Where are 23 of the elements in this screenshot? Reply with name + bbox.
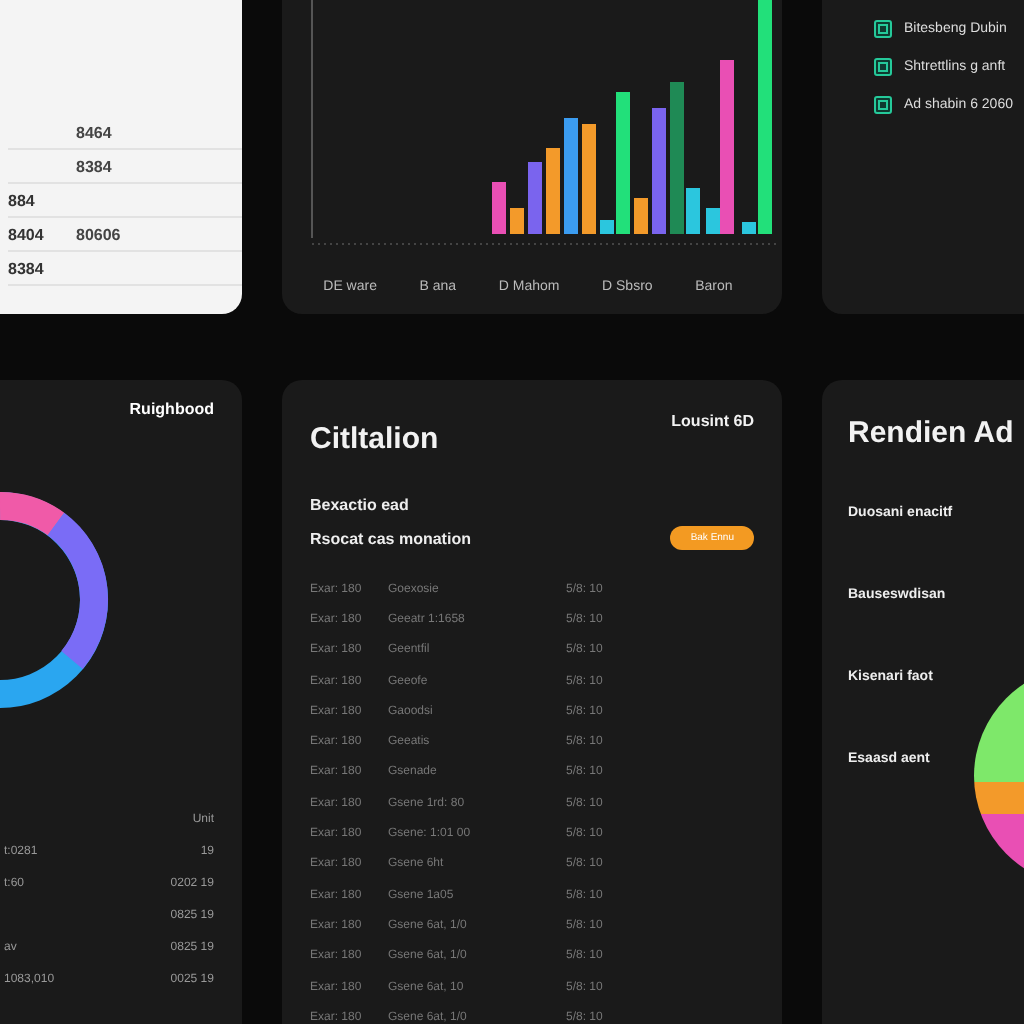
row-label: 884 — [8, 191, 37, 209]
bar — [492, 182, 506, 234]
bar — [634, 198, 648, 234]
document-icon — [874, 20, 892, 38]
card-label: Lousint 6D — [671, 412, 754, 430]
row-label: 8384 — [8, 259, 46, 277]
document-icon — [874, 58, 892, 76]
document-icon — [874, 96, 892, 114]
card-title: Rendien Ad — [848, 416, 1016, 450]
subtitle: Bexactio ead — [310, 496, 411, 514]
row-value: 8464 — [76, 123, 112, 141]
row-value: 80606 — [76, 225, 121, 243]
bar — [528, 162, 542, 234]
card-title: Citltalion — [310, 422, 439, 456]
bar — [546, 148, 560, 234]
bar — [582, 124, 596, 234]
bar — [510, 208, 524, 234]
section-title: Rsocat cas monation — [310, 529, 471, 547]
bar — [564, 118, 578, 234]
row-label: 8404 — [8, 225, 46, 243]
row-value: 8384 — [76, 157, 112, 175]
bar — [652, 108, 666, 234]
card-title: Ruighbood — [127, 400, 214, 418]
